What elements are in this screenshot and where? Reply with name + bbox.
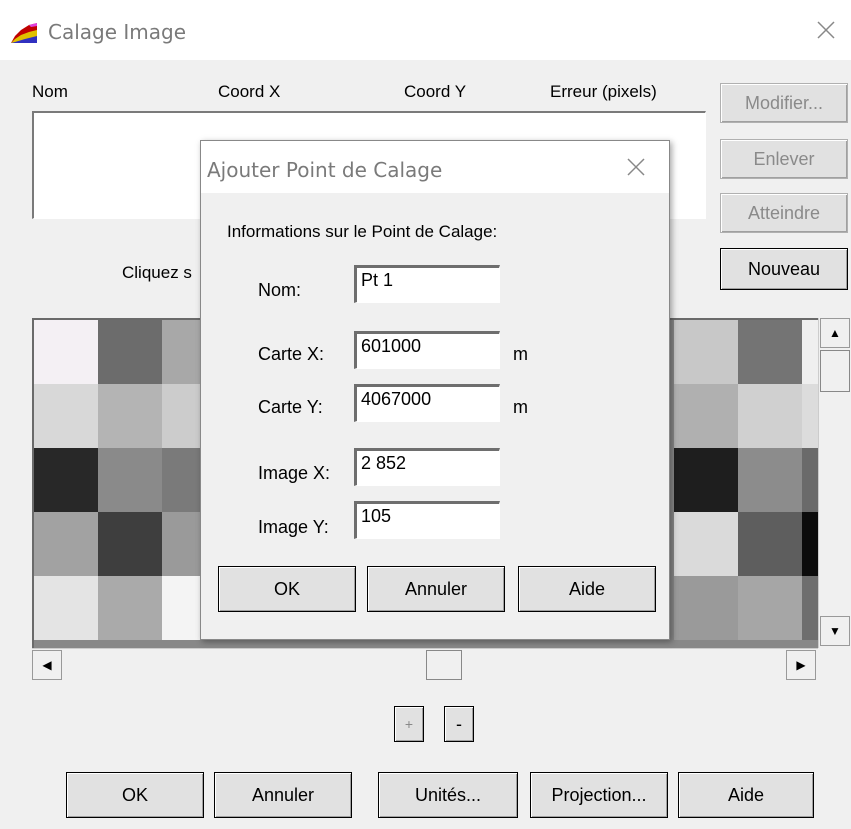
ok-button[interactable]: OK: [66, 772, 204, 818]
image-x-field[interactable]: 2 852: [354, 448, 500, 486]
unites-label: Unités...: [414, 785, 482, 805]
modifier-button[interactable]: Modifier...: [720, 83, 848, 123]
scroll-left-arrow-icon[interactable]: ◀: [32, 650, 62, 680]
scroll-down-arrow-icon[interactable]: ▼: [820, 616, 850, 646]
zoom-out-button[interactable]: -: [444, 706, 474, 742]
dialog-annuler-button[interactable]: Annuler: [367, 566, 505, 612]
nouveau-button[interactable]: Nouveau: [720, 248, 848, 290]
horizontal-scrollbar[interactable]: ◀ ▶: [32, 648, 818, 681]
close-icon[interactable]: [812, 16, 840, 44]
projection-button[interactable]: Projection...: [530, 772, 668, 818]
atteindre-label: Atteindre: [747, 203, 821, 223]
scroll-up-arrow-icon[interactable]: ▲: [820, 318, 850, 348]
add-point-dialog: Ajouter Point de Calage Informations sur…: [200, 140, 670, 640]
column-header-nom: Nom: [32, 82, 68, 101]
image-x-label: Image X:: [258, 463, 331, 483]
dialog-aide-label: Aide: [568, 579, 606, 599]
dialog-aide-button[interactable]: Aide: [518, 566, 656, 612]
enlever-button[interactable]: Enlever: [720, 139, 848, 179]
window-title: Calage Image: [48, 20, 187, 44]
image-y-field[interactable]: 105: [354, 501, 500, 539]
aide-label: Aide: [727, 785, 765, 805]
modifier-label: Modifier...: [744, 93, 824, 113]
nom-label: Nom:: [258, 280, 302, 300]
projection-label: Projection...: [551, 785, 647, 805]
carte-x-field[interactable]: 601000: [354, 331, 500, 369]
scroll-right-arrow-icon[interactable]: ▶: [786, 650, 816, 680]
zoom-in-button[interactable]: +: [394, 706, 424, 742]
column-header-coord-x: Coord X: [218, 82, 281, 101]
carte-y-label: Carte Y:: [258, 397, 323, 417]
carte-y-unit: m: [513, 397, 528, 417]
aide-button[interactable]: Aide: [678, 772, 814, 818]
nom-field[interactable]: Pt 1: [354, 265, 500, 303]
carte-x-label: Carte X:: [258, 344, 325, 364]
dialog-ok-button[interactable]: OK: [218, 566, 356, 612]
instruction-text: Cliquez s: [122, 263, 192, 282]
column-header-coord-y: Coord Y: [404, 82, 467, 101]
atteindre-button[interactable]: Atteindre: [720, 193, 848, 233]
section-label: Informations sur le Point de Calage:: [227, 222, 498, 241]
app-icon: [11, 23, 37, 43]
annuler-button[interactable]: Annuler: [214, 772, 352, 818]
zoom-out-label: -: [456, 714, 462, 734]
nouveau-label: Nouveau: [747, 259, 821, 279]
unites-button[interactable]: Unités...: [378, 772, 518, 818]
ok-label: OK: [121, 785, 148, 805]
column-header-erreur: Erreur (pixels): [550, 82, 657, 101]
dialog-close-icon[interactable]: [623, 154, 649, 180]
carte-y-field[interactable]: 4067000: [354, 384, 500, 422]
vertical-scrollbar[interactable]: ▲ ▼: [818, 318, 851, 648]
dialog-ok-label: OK: [273, 579, 300, 599]
carte-x-unit: m: [513, 344, 528, 364]
dialog-title: Ajouter Point de Calage: [207, 158, 443, 182]
zoom-in-label: +: [404, 716, 414, 732]
dialog-annuler-label: Annuler: [404, 579, 468, 599]
image-y-label: Image Y:: [258, 517, 329, 537]
annuler-label: Annuler: [251, 785, 315, 805]
horizontal-scroll-thumb[interactable]: [426, 650, 462, 680]
enlever-label: Enlever: [753, 149, 815, 169]
vertical-scroll-thumb[interactable]: [820, 350, 850, 392]
